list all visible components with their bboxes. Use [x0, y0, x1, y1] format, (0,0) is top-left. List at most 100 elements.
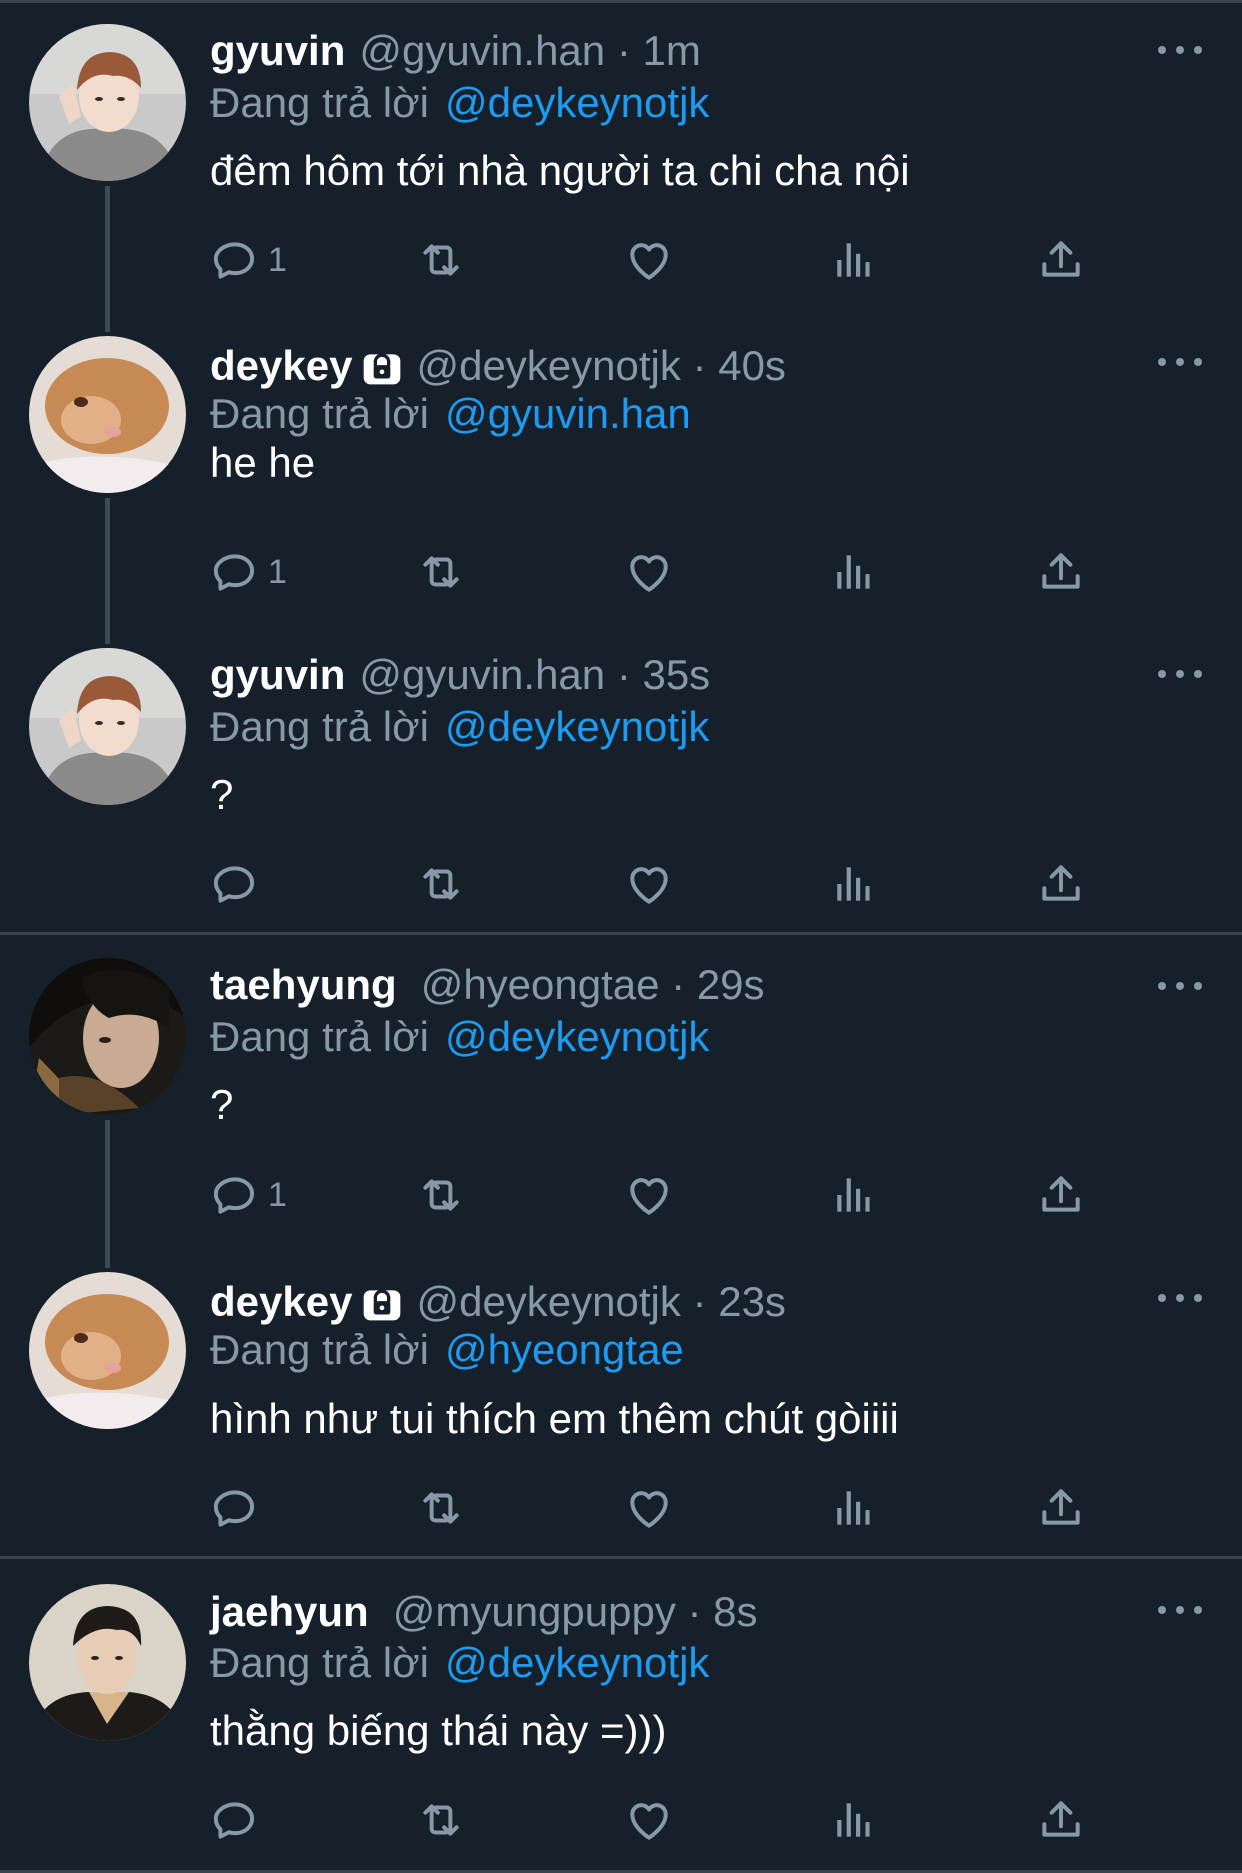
display-name[interactable]: gyuvin [210, 651, 345, 699]
action-bar: 1 [0, 542, 1242, 602]
avatar[interactable] [29, 958, 186, 1115]
views-button[interactable] [830, 1478, 880, 1538]
mention-link[interactable]: @deykeynotjk [445, 703, 709, 751]
display-name[interactable]: deykey [210, 342, 352, 390]
tweet-text: he he [210, 439, 316, 486]
heart-icon [630, 867, 668, 904]
analytics-icon [837, 867, 870, 901]
tweet[interactable]: gyuvin @gyuvin.han · 1m Đang trả lời @de… [0, 0, 1242, 332]
more-options-icon[interactable] [1158, 1600, 1202, 1620]
replying-to-label: Đang trả lời [210, 1013, 429, 1060]
tweet-text: ? [210, 1081, 234, 1128]
retweet-icon [423, 868, 459, 900]
more-options-icon[interactable] [1158, 352, 1202, 372]
tweet[interactable]: deykey @deykeynotjk · 40s Đang trả lời @… [0, 312, 1242, 644]
handle-and-time[interactable]: @gyuvin.han · 1m [359, 27, 700, 75]
tweet-header: taehyung @hyeongtae · 29s [210, 957, 765, 1013]
share-button[interactable] [1036, 542, 1086, 602]
retweet-button[interactable] [416, 1790, 466, 1850]
more-options-icon[interactable] [1158, 976, 1202, 996]
like-button[interactable] [624, 542, 674, 602]
mention-link[interactable]: @deykeynotjk [445, 1013, 709, 1061]
share-button[interactable] [1036, 854, 1086, 914]
share-icon [1042, 1801, 1080, 1837]
like-button[interactable] [624, 854, 674, 914]
lock-icon [364, 353, 401, 385]
retweet-button[interactable] [416, 1478, 466, 1538]
more-options-icon[interactable] [1158, 1288, 1202, 1308]
analytics-icon [837, 1803, 870, 1837]
more-options-icon[interactable] [1158, 40, 1202, 60]
share-button[interactable] [1036, 1478, 1086, 1538]
reply-icon [213, 242, 255, 279]
heart-icon [630, 243, 668, 280]
display-name[interactable]: gyuvin [210, 27, 345, 75]
tweet[interactable]: gyuvin @gyuvin.han · 35s Đang trả lời @d… [0, 624, 1242, 936]
tweet-text: hình như tui thích em thêm chút gòiiii [210, 1395, 899, 1442]
share-button[interactable] [1036, 1790, 1086, 1850]
tweet-text: đêm hôm tới nhà người ta chi cha nội [210, 147, 910, 194]
handle-and-time[interactable]: @gyuvin.han · 35s [359, 651, 710, 699]
share-icon [1042, 1176, 1080, 1212]
retweet-button[interactable] [416, 1165, 466, 1225]
mention-link[interactable]: @hyeongtae [445, 1326, 684, 1374]
display-name[interactable]: deykey [210, 1278, 352, 1326]
heart-icon [630, 1491, 668, 1528]
display-name[interactable]: taehyung [210, 961, 397, 1009]
heart-icon [630, 1178, 668, 1215]
tweet-header: gyuvin @gyuvin.han · 1m [210, 23, 701, 79]
like-button[interactable] [624, 1790, 674, 1850]
reply-count: 1 [268, 552, 287, 591]
display-name[interactable]: jaehyun [210, 1588, 369, 1636]
views-button[interactable] [830, 854, 880, 914]
tweet[interactable]: deykey @deykeynotjk · 23s Đang trả lời @… [0, 1248, 1242, 1556]
reply-icon [213, 1802, 255, 1839]
more-options-icon[interactable] [1158, 664, 1202, 684]
avatar[interactable] [29, 648, 186, 805]
reply-button[interactable]: 1 [210, 230, 287, 290]
retweet-button[interactable] [416, 542, 466, 602]
retweet-button[interactable] [416, 854, 466, 914]
replying-to: Đang trả lời @deykeynotjk [210, 1635, 709, 1691]
share-button[interactable] [1036, 230, 1086, 290]
analytics-icon [837, 555, 870, 589]
reply-count: 1 [268, 1175, 287, 1214]
share-button[interactable] [1036, 1165, 1086, 1225]
handle-and-time[interactable]: @myungpuppy · 8s [393, 1588, 758, 1636]
reply-button[interactable] [210, 1478, 268, 1538]
handle-and-time[interactable]: @deykeynotjk · 23s [416, 1278, 785, 1326]
replying-to: Đang trả lời @hyeongtae [210, 1322, 684, 1378]
views-button[interactable] [830, 542, 880, 602]
avatar[interactable] [29, 1584, 186, 1741]
views-button[interactable] [830, 1790, 880, 1850]
tweet-text: ? [210, 771, 234, 818]
tweet[interactable]: taehyung @hyeongtae · 29s Đang trả lời @… [0, 936, 1242, 1268]
reply-button[interactable]: 1 [210, 542, 287, 602]
avatar[interactable] [29, 1272, 186, 1429]
reply-button[interactable] [210, 1790, 268, 1850]
like-button[interactable] [624, 1478, 674, 1538]
like-button[interactable] [624, 230, 674, 290]
handle-and-time[interactable]: @deykeynotjk · 40s [416, 342, 785, 390]
heart-icon [630, 1803, 668, 1840]
views-button[interactable] [830, 230, 880, 290]
avatar[interactable] [29, 24, 186, 181]
replying-to-label: Đang trả lời [210, 1639, 429, 1686]
mention-link[interactable]: @deykeynotjk [445, 1639, 709, 1687]
replying-to: Đang trả lời @deykeynotjk [210, 1009, 709, 1065]
mention-link[interactable]: @gyuvin.han [445, 390, 691, 438]
mention-link[interactable]: @deykeynotjk [445, 79, 709, 127]
analytics-icon [837, 1178, 870, 1212]
heart-icon [630, 555, 668, 592]
views-button[interactable] [830, 1165, 880, 1225]
like-button[interactable] [624, 1165, 674, 1225]
avatar[interactable] [29, 336, 186, 493]
tweet[interactable]: jaehyun @myungpuppy · 8s Đang trả lời @d… [0, 1560, 1242, 1873]
reply-button[interactable]: 1 [210, 1165, 287, 1225]
reply-count: 1 [268, 240, 287, 279]
retweet-button[interactable] [416, 230, 466, 290]
reply-button[interactable] [210, 854, 268, 914]
retweet-icon [423, 1804, 459, 1836]
handle-and-time[interactable]: @hyeongtae · 29s [421, 961, 765, 1009]
reply-icon [213, 1177, 255, 1214]
